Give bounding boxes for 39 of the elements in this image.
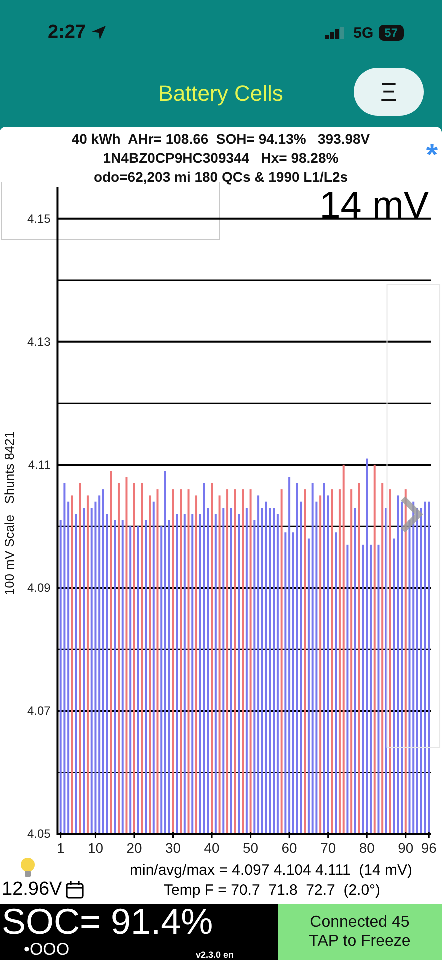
axis-label: 70: [320, 840, 336, 856]
axis-label: 4.07: [28, 704, 51, 718]
location-arrow-icon: [91, 25, 108, 41]
axis-label: 4.09: [28, 580, 51, 595]
soc-value: SOC= 91.4%: [1, 904, 214, 940]
stats-line: Temp F = 70.7 71.8 72.7 (2.0°): [163, 881, 381, 901]
network-label: 5G: [354, 24, 374, 42]
axis-label: 60: [282, 840, 298, 856]
menu-button[interactable]: Ξ: [354, 68, 424, 116]
axis-label: 1: [56, 840, 65, 856]
axis-label: 50: [243, 840, 259, 856]
axis-title: 100 mV Scale Shunts 8421: [2, 432, 17, 596]
signal-icon: [324, 27, 345, 39]
axis-label: 96: [421, 840, 437, 856]
axis-label: 30: [166, 840, 181, 856]
axis-label: 40: [204, 840, 220, 856]
stats-line: min/avg/max = 4.097 4.104 4.111 (14 mV): [130, 861, 413, 881]
info-line: odo=62,203 mi 180 QCs & 1990 L1/L2s: [94, 169, 348, 185]
calendar-icon[interactable]: [65, 880, 86, 900]
axis-label: 20: [126, 840, 142, 856]
page-indicator[interactable]: •OOO: [24, 940, 70, 960]
freeze-button[interactable]: Connected 45 TAP to Freeze: [278, 904, 442, 960]
status-time: 2:27: [48, 22, 86, 44]
lightbulb-icon[interactable]: [20, 857, 36, 879]
axis-label: 4.15: [28, 212, 51, 226]
info-line: 1N4BZ0CP9HC309344 Hx= 98.28%: [103, 150, 339, 166]
axis-label: 10: [88, 840, 104, 856]
version-label: v2.3.0 en: [196, 950, 234, 960]
axis-label: 90: [398, 840, 414, 856]
spread-label: 14 mV: [320, 184, 430, 227]
battery-voltage: 12.96V: [2, 879, 62, 901]
axis-label: 4.13: [28, 334, 51, 349]
chevron-right-icon[interactable]: [401, 496, 424, 533]
axis-label: 4.05: [28, 827, 51, 842]
info-line: 40 kWh AHr= 108.66 SOH= 94.13% 393.98V: [72, 131, 370, 147]
battery-indicator: 57: [378, 25, 404, 41]
axis-label: 4.11: [28, 458, 51, 472]
axis-label: 80: [359, 840, 375, 856]
screen-title: Battery Cells: [158, 80, 284, 106]
